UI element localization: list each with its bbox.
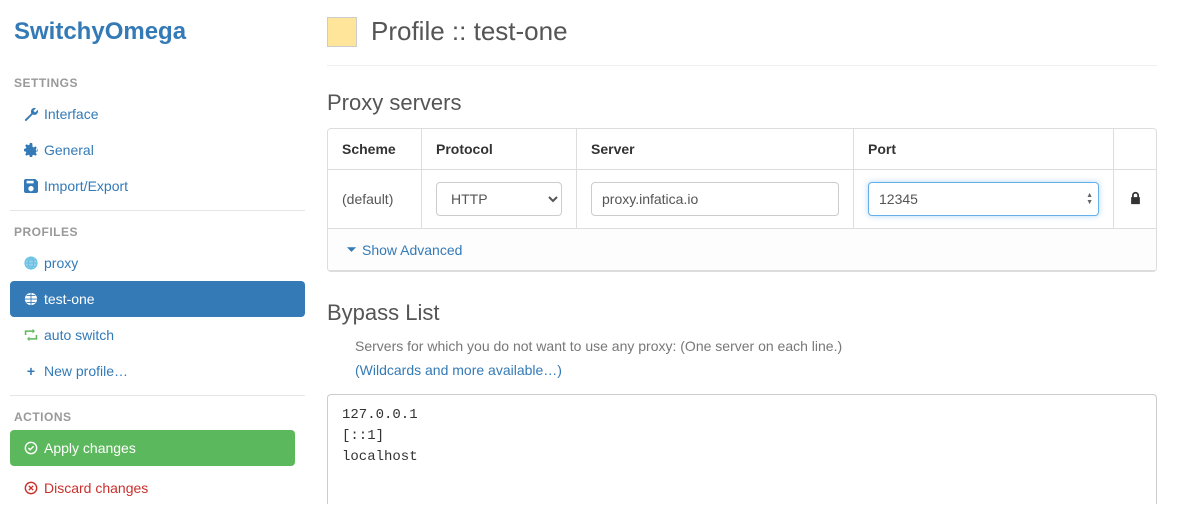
proxy-table: Scheme Protocol Server Port (default) HT…: [327, 128, 1157, 272]
col-auth: [1114, 129, 1156, 170]
port-input[interactable]: [868, 182, 1099, 216]
button-label: Discard changes: [44, 480, 148, 496]
link-label: Show Advanced: [362, 242, 462, 258]
bypass-textarea[interactable]: [327, 394, 1157, 504]
lock-icon[interactable]: [1128, 191, 1142, 205]
sidebar-item-label: Import/Export: [44, 178, 128, 194]
globe-icon: [24, 292, 38, 306]
sidebar-item-interface[interactable]: Interface: [10, 96, 305, 132]
sidebar-item-label: test-one: [44, 291, 95, 307]
profile-item-test-one[interactable]: test-one: [10, 281, 305, 317]
sidebar-item-label: Interface: [44, 106, 98, 122]
sidebar-item-label: General: [44, 142, 94, 158]
app-title[interactable]: SwitchyOmega: [10, 10, 305, 66]
col-server: Server: [577, 129, 854, 170]
scheme-cell: (default): [328, 170, 422, 229]
proxy-servers-heading: Proxy servers: [327, 90, 1157, 116]
chevron-down-icon: [344, 243, 358, 257]
page-title: Profile :: test-one: [371, 16, 568, 47]
col-protocol: Protocol: [422, 129, 577, 170]
check-circle-icon: [24, 441, 38, 455]
apply-changes-button[interactable]: Apply changes: [10, 430, 295, 466]
col-port: Port: [854, 129, 1114, 170]
settings-header: SETTINGS: [10, 66, 305, 96]
chevron-up-icon[interactable]: ▲: [1086, 192, 1093, 199]
show-advanced-link[interactable]: Show Advanced: [344, 242, 462, 258]
x-circle-icon: [24, 481, 38, 495]
discard-changes-button[interactable]: Discard changes: [10, 470, 295, 506]
number-spinner[interactable]: ▲ ▼: [1086, 192, 1093, 206]
server-input[interactable]: [591, 182, 839, 216]
globe-icon: [24, 256, 38, 270]
new-profile-button[interactable]: + New profile…: [10, 353, 305, 389]
wildcards-link[interactable]: (Wildcards and more available…): [355, 362, 1157, 378]
retweet-icon: [24, 328, 38, 342]
profiles-header: PROFILES: [10, 215, 305, 245]
profile-item-proxy[interactable]: proxy: [10, 245, 305, 281]
profile-color-chip[interactable]: [327, 17, 357, 47]
chevron-down-icon[interactable]: ▼: [1086, 199, 1093, 206]
sidebar-item-label: New profile…: [44, 363, 128, 379]
sidebar-item-import-export[interactable]: Import/Export: [10, 168, 305, 204]
plus-icon: +: [24, 364, 38, 378]
sidebar-item-label: proxy: [44, 255, 78, 271]
sidebar-item-label: auto switch: [44, 327, 114, 343]
save-icon: [24, 179, 38, 193]
gear-icon: [24, 143, 38, 157]
button-label: Apply changes: [44, 440, 136, 456]
bypass-help: Servers for which you do not want to use…: [355, 338, 1157, 354]
wrench-icon: [24, 107, 38, 121]
proxy-row-default: (default) HTTP ▲: [328, 170, 1156, 229]
bypass-heading: Bypass List: [327, 300, 1157, 326]
protocol-select[interactable]: HTTP: [436, 182, 562, 216]
profile-item-auto-switch[interactable]: auto switch: [10, 317, 305, 353]
col-scheme: Scheme: [328, 129, 422, 170]
actions-header: ACTIONS: [10, 400, 305, 430]
sidebar-item-general[interactable]: General: [10, 132, 305, 168]
